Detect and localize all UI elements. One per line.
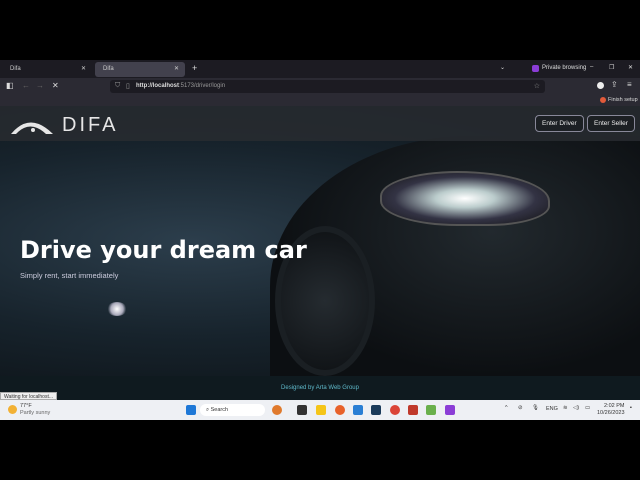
weather-icon[interactable]	[8, 405, 17, 414]
bookmarks-bar: Finish setup	[0, 95, 640, 106]
battery-icon[interactable]: ▭	[585, 405, 590, 411]
clock-date[interactable]: 10/26/2023	[597, 410, 625, 416]
file-explorer-icon[interactable]	[316, 405, 326, 415]
taskbar-search[interactable]: ⌕ Search	[200, 404, 265, 416]
close-icon[interactable]: ✕	[81, 65, 86, 72]
restore-button[interactable]: ❐	[609, 64, 614, 71]
account-icon[interactable]	[597, 82, 604, 89]
close-icon[interactable]: ✕	[174, 65, 179, 72]
microphone-icon[interactable]: 🎙	[532, 405, 539, 411]
private-label: Private browsing	[542, 65, 587, 71]
widget-icon[interactable]	[272, 405, 282, 415]
vscode-icon[interactable]	[353, 405, 363, 415]
pycharm-icon[interactable]	[371, 405, 381, 415]
chevron-up-icon[interactable]: ^	[505, 405, 508, 411]
app-icon[interactable]	[426, 405, 436, 415]
status-text: Waiting for localhost...	[0, 392, 58, 400]
firefox-icon[interactable]	[335, 405, 345, 415]
enter-seller-button[interactable]: Enter Seller	[587, 115, 635, 132]
finish-setup-link[interactable]: Finish setup	[608, 97, 638, 103]
app-icon[interactable]	[408, 405, 418, 415]
site-footer: Designed by Arta Web Group	[0, 376, 640, 400]
bookmark-star-icon[interactable]: ☆	[534, 82, 540, 90]
firefox-icon	[600, 97, 606, 103]
notification-icon[interactable]: ▪	[630, 405, 632, 411]
private-mask-icon	[532, 65, 539, 72]
hero-subtitle: Simply rent, start immediately	[20, 271, 119, 280]
nav-bar: ◧ ← → ✕ ⛉ ▯ http://localhost:5173/driver…	[0, 78, 640, 95]
tab-difa-2[interactable]: Difa ✕	[95, 62, 185, 77]
shield-icon[interactable]: ⛉	[115, 82, 120, 90]
close-window-button[interactable]: ✕	[628, 64, 633, 71]
task-view-icon[interactable]	[297, 405, 307, 415]
start-icon[interactable]	[186, 405, 196, 415]
menu-icon[interactable]: ≡	[627, 80, 632, 89]
extensions-icon[interactable]: ⇪	[611, 80, 618, 89]
minimize-button[interactable]: –	[590, 64, 593, 70]
network-off-icon[interactable]: ⊘	[518, 405, 523, 411]
volume-icon[interactable]: ◁)	[573, 405, 579, 411]
site-header: DIFA Enter Driver Enter Seller	[0, 106, 640, 141]
moon-image	[107, 302, 127, 316]
stop-button[interactable]: ✕	[52, 81, 59, 90]
back-button[interactable]: ←	[22, 81, 30, 90]
forward-button[interactable]: →	[36, 81, 44, 90]
web-page: DIFA Enter Driver Enter Seller Drive you…	[0, 106, 640, 376]
hero-title: Drive your dream car	[20, 236, 307, 264]
clock-time[interactable]: 2:02 PM	[604, 403, 624, 409]
logo[interactable]: DIFA	[10, 114, 118, 137]
firefox-private-icon[interactable]	[445, 405, 455, 415]
wifi-icon[interactable]: ≋	[563, 405, 568, 411]
tab-strip: Difa ✕ Difa ✕ + ⌄ Private browsing – ❐ ✕	[0, 60, 640, 78]
taskbar: 77°F Partly sunny ⌕ Search ^ ⊘ 🎙 ENG ≋ ◁…	[0, 400, 640, 420]
url-bar[interactable]: ⛉ ▯ http://localhost:5173/driver/login ☆	[110, 80, 545, 93]
logo-icon	[11, 122, 53, 134]
sidebar-icon[interactable]: ◧	[6, 81, 14, 90]
weather-desc[interactable]: Partly sunny	[20, 410, 50, 416]
page-icon: ▯	[126, 83, 130, 90]
chevron-down-icon[interactable]: ⌄	[500, 64, 505, 71]
chrome-icon[interactable]	[390, 405, 400, 415]
weather-temp[interactable]: 77°F	[20, 403, 32, 409]
new-tab-button[interactable]: +	[192, 63, 197, 73]
language-indicator[interactable]: ENG	[546, 406, 558, 412]
enter-driver-button[interactable]: Enter Driver	[535, 115, 584, 132]
tab-difa-1[interactable]: Difa ✕	[2, 62, 92, 77]
